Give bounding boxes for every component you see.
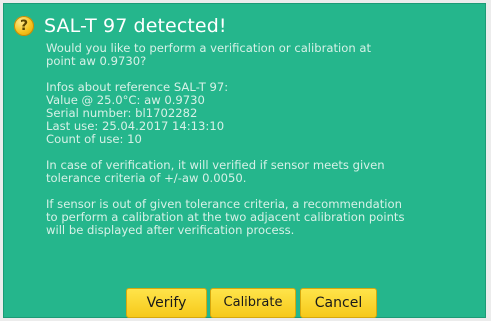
dialog-body: Would you like to perform a verification…	[46, 42, 478, 250]
dialog-buttons: Verify Calibrate Cancel	[4, 288, 485, 318]
calibration-line: will be displayed after verification pro…	[46, 223, 295, 237]
help-icon: ?	[14, 16, 34, 36]
question-line: point aw 0.9730?	[46, 54, 147, 68]
reference-info: Infos about reference SAL-T 97: Value @ …	[46, 81, 478, 146]
calibration-dialog: ? SAL-T 97 detected! Would you like to p…	[3, 3, 486, 318]
verify-button[interactable]: Verify	[126, 288, 207, 318]
dialog-header: ? SAL-T 97 detected!	[14, 13, 227, 39]
verification-line: tolerance criteria of +/-aw 0.0050.	[46, 171, 247, 185]
calibrate-button[interactable]: Calibrate	[210, 288, 296, 318]
cancel-button[interactable]: Cancel	[300, 288, 377, 318]
question-text: Would you like to perform a verification…	[46, 42, 478, 68]
verification-note: In case of verification, it will verifie…	[46, 159, 478, 185]
calibration-note: If sensor is out of given tolerance crit…	[46, 198, 478, 237]
dialog-title: SAL-T 97 detected!	[44, 15, 227, 37]
info-count-of-use: Count of use: 10	[46, 132, 142, 146]
